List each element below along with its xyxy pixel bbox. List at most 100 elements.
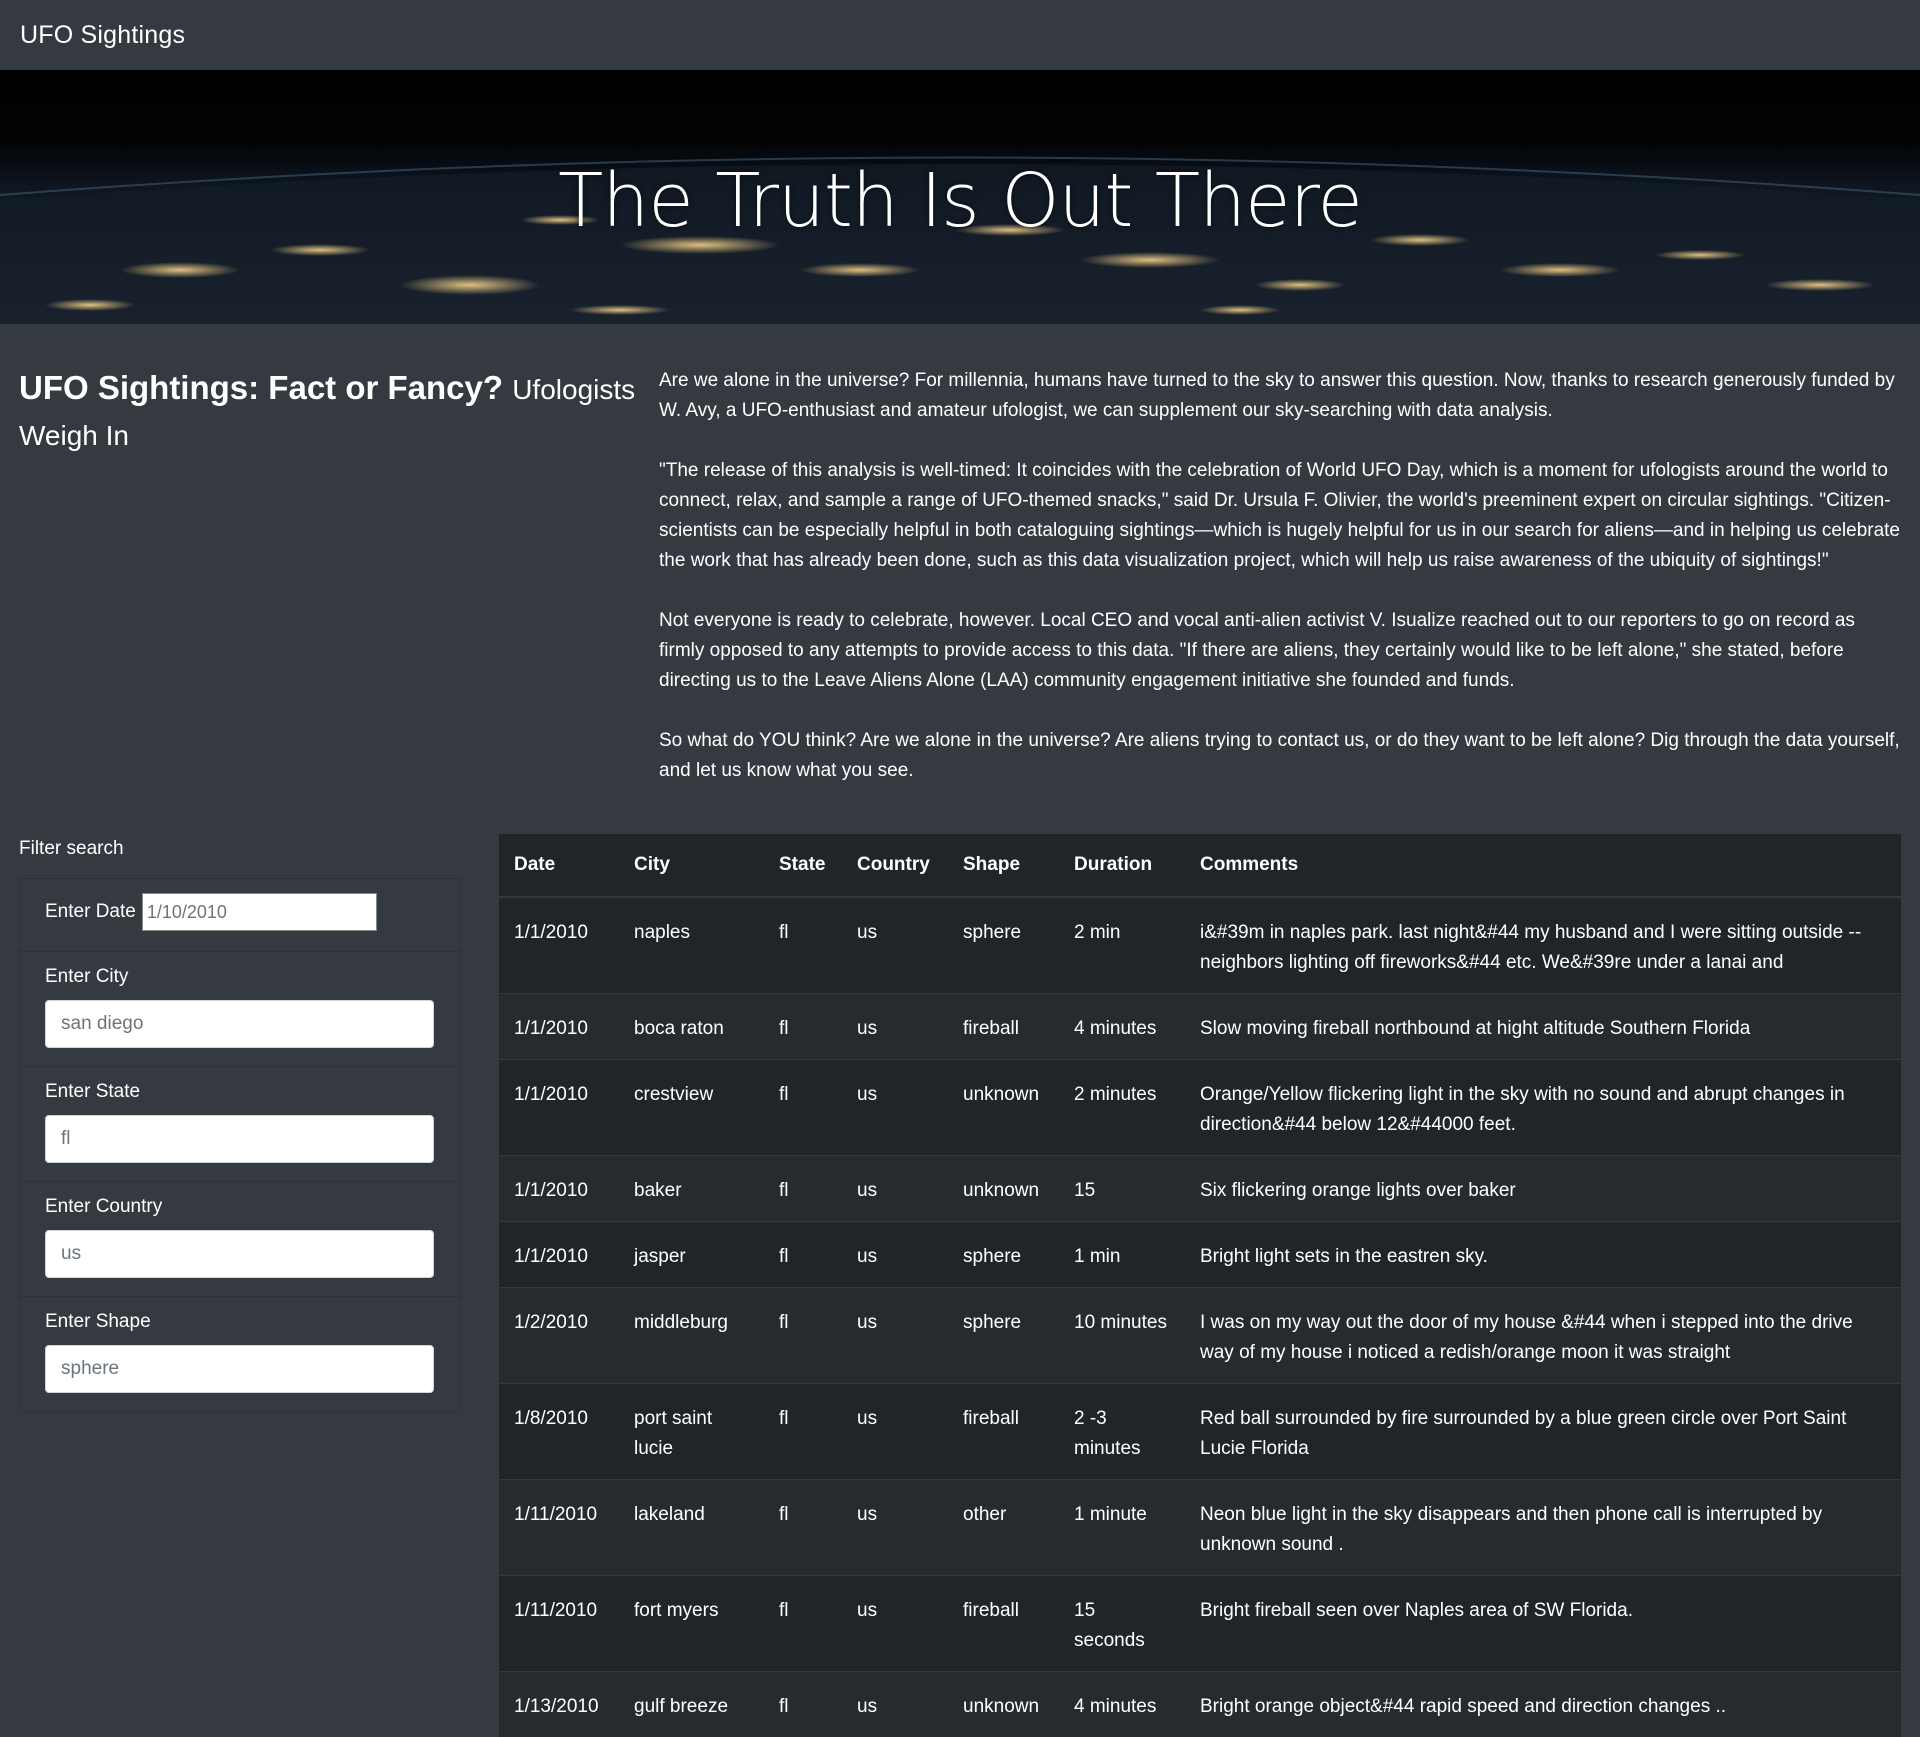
cell-city: crestview: [619, 1060, 764, 1156]
table-row: 1/1/2010crestviewflusunknown2 minutesOra…: [499, 1060, 1901, 1156]
intro-paragraph: "The release of this analysis is well-ti…: [659, 456, 1901, 576]
cell-city: gulf breeze: [619, 1672, 764, 1737]
cell-state: fl: [764, 1480, 842, 1576]
filter-date: Enter Date: [20, 879, 460, 952]
cell-shape: unknown: [948, 1672, 1059, 1737]
data-section: Filter search Enter Date Enter City Ente…: [0, 834, 1920, 1737]
table-row: 1/13/2010gulf breezeflusunknown4 minutes…: [499, 1672, 1901, 1737]
filter-state: Enter State: [20, 1067, 460, 1182]
cell-country: us: [842, 1480, 948, 1576]
cell-country: us: [842, 1060, 948, 1156]
column-header-date: Date: [499, 834, 619, 897]
cell-country: us: [842, 1384, 948, 1480]
cell-state: fl: [764, 1060, 842, 1156]
filter-title: Filter search: [19, 838, 459, 860]
cell-state: fl: [764, 897, 842, 994]
cell-shape: sphere: [948, 897, 1059, 994]
date-input[interactable]: [142, 893, 377, 931]
cell-date: 1/1/2010: [499, 1222, 619, 1288]
cell-comments: Orange/Yellow flickering light in the sk…: [1185, 1060, 1901, 1156]
column-header-duration: Duration: [1059, 834, 1185, 897]
cell-duration: 15: [1059, 1156, 1185, 1222]
cell-city: baker: [619, 1156, 764, 1222]
filter-country: Enter Country: [20, 1182, 460, 1297]
cell-duration: 1 minute: [1059, 1480, 1185, 1576]
table-body: 1/1/2010naplesflussphere2 mini&#39m in n…: [499, 897, 1901, 1737]
intro-paragraph: Are we alone in the universe? For millen…: [659, 366, 1901, 426]
cell-state: fl: [764, 1576, 842, 1672]
column-header-country: Country: [842, 834, 948, 897]
cell-city: port saint lucie: [619, 1384, 764, 1480]
table-row: 1/11/2010fort myersflusfireball15 second…: [499, 1576, 1901, 1672]
cell-comments: Bright fireball seen over Naples area of…: [1185, 1576, 1901, 1672]
cell-state: fl: [764, 1156, 842, 1222]
cell-state: fl: [764, 1672, 842, 1737]
cell-duration: 10 minutes: [1059, 1288, 1185, 1384]
cell-country: us: [842, 994, 948, 1060]
intro-title: UFO Sightings: Fact or Fancy?: [19, 369, 503, 406]
cell-city: jasper: [619, 1222, 764, 1288]
cell-duration: 15 seconds: [1059, 1576, 1185, 1672]
shape-label: Enter Shape: [45, 1311, 435, 1333]
shape-input[interactable]: [45, 1345, 434, 1393]
cell-state: fl: [764, 1288, 842, 1384]
table-header-row: Date City State Country Shape Duration C…: [499, 834, 1901, 897]
state-input[interactable]: [45, 1115, 434, 1163]
cell-shape: sphere: [948, 1222, 1059, 1288]
cell-comments: Bright orange object&#44 rapid speed and…: [1185, 1672, 1901, 1737]
cell-shape: fireball: [948, 994, 1059, 1060]
cell-date: 1/1/2010: [499, 994, 619, 1060]
cell-shape: fireball: [948, 1384, 1059, 1480]
hero-title: The Truth Is Out There: [0, 158, 1920, 244]
table-header: Date City State Country Shape Duration C…: [499, 834, 1901, 897]
country-input[interactable]: [45, 1230, 434, 1278]
table-row: 1/8/2010port saint lucieflusfireball2 -3…: [499, 1384, 1901, 1480]
cell-shape: fireball: [948, 1576, 1059, 1672]
filter-list: Enter Date Enter City Enter State Enter …: [19, 878, 461, 1412]
city-input[interactable]: [45, 1000, 434, 1048]
table-row: 1/2/2010middleburgflussphere10 minutesI …: [499, 1288, 1901, 1384]
navbar: UFO Sightings: [0, 0, 1920, 70]
cell-date: 1/2/2010: [499, 1288, 619, 1384]
cell-duration: 4 minutes: [1059, 994, 1185, 1060]
cell-state: fl: [764, 994, 842, 1060]
column-header-state: State: [764, 834, 842, 897]
sightings-table: Date City State Country Shape Duration C…: [499, 834, 1901, 1737]
cell-country: us: [842, 1672, 948, 1737]
cell-shape: unknown: [948, 1156, 1059, 1222]
country-label: Enter Country: [45, 1196, 435, 1218]
sightings-table-container: Date City State Country Shape Duration C…: [499, 834, 1901, 1737]
cell-comments: Slow moving fireball northbound at hight…: [1185, 994, 1901, 1060]
cell-city: lakeland: [619, 1480, 764, 1576]
cell-duration: 2 min: [1059, 897, 1185, 994]
navbar-brand-link[interactable]: UFO Sightings: [20, 21, 185, 50]
cell-comments: Red ball surrounded by fire surrounded b…: [1185, 1384, 1901, 1480]
cell-duration: 2 -3 minutes: [1059, 1384, 1185, 1480]
city-label: Enter City: [45, 966, 435, 988]
intro-paragraph: So what do YOU think? Are we alone in th…: [659, 726, 1901, 786]
cell-date: 1/1/2010: [499, 1156, 619, 1222]
cell-date: 1/11/2010: [499, 1576, 619, 1672]
table-row: 1/1/2010boca ratonflusfireball4 minutesS…: [499, 994, 1901, 1060]
table-row: 1/1/2010jasperflussphere1 minBright ligh…: [499, 1222, 1901, 1288]
state-label: Enter State: [45, 1081, 435, 1103]
cell-date: 1/1/2010: [499, 897, 619, 994]
cell-state: fl: [764, 1222, 842, 1288]
cell-country: us: [842, 1288, 948, 1384]
cell-duration: 1 min: [1059, 1222, 1185, 1288]
cell-city: boca raton: [619, 994, 764, 1060]
cell-city: middleburg: [619, 1288, 764, 1384]
filter-panel: Filter search Enter Date Enter City Ente…: [19, 834, 459, 1737]
filter-shape: Enter Shape: [20, 1297, 460, 1411]
cell-shape: unknown: [948, 1060, 1059, 1156]
cell-country: us: [842, 1156, 948, 1222]
cell-date: 1/13/2010: [499, 1672, 619, 1737]
intro-body: Are we alone in the universe? For millen…: [659, 366, 1901, 824]
cell-duration: 4 minutes: [1059, 1672, 1185, 1737]
cell-comments: Six flickering orange lights over baker: [1185, 1156, 1901, 1222]
cell-date: 1/8/2010: [499, 1384, 619, 1480]
cell-comments: i&#39m in naples park. last night&#44 my…: [1185, 897, 1901, 994]
intro-heading-column: UFO Sightings: Fact or Fancy? Ufologists…: [19, 366, 659, 824]
table-row: 1/11/2010lakelandflusother1 minuteNeon b…: [499, 1480, 1901, 1576]
cell-state: fl: [764, 1384, 842, 1480]
